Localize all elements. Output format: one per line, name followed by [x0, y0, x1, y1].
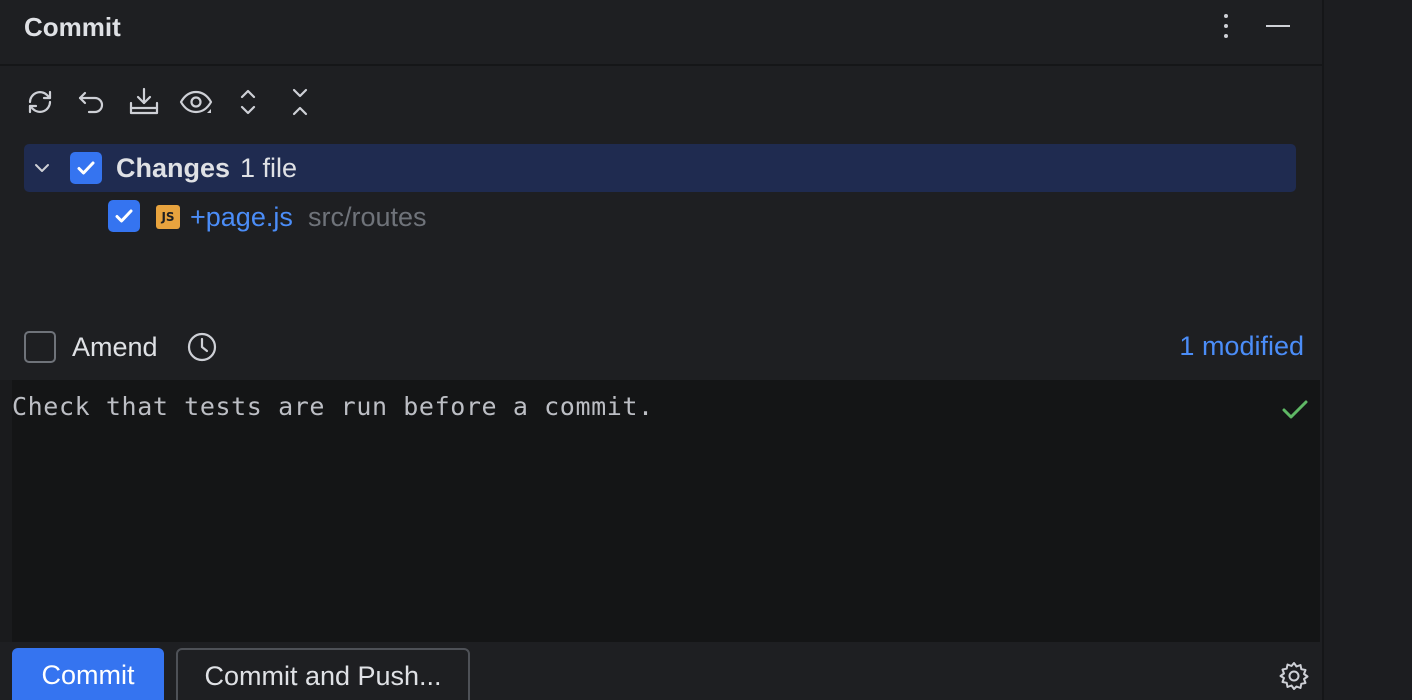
shelve-download-icon[interactable] — [126, 84, 162, 120]
changes-group-count: 1 file — [240, 153, 298, 183]
collapse-all-icon[interactable] — [282, 84, 318, 120]
right-sidebar-strip — [1322, 0, 1412, 700]
amend-checkbox[interactable] — [24, 331, 56, 363]
checkmark-icon — [77, 161, 95, 175]
commit-tool-window: Commit Changes 1 file JS +page.js src/ro… — [0, 0, 1322, 700]
file-name[interactable]: +page.js — [190, 202, 293, 233]
minimize-icon[interactable] — [1262, 10, 1294, 42]
changes-group-checkbox[interactable] — [70, 152, 102, 184]
eye-icon[interactable] — [178, 84, 214, 120]
gear-icon[interactable] — [1278, 660, 1310, 692]
history-clock-icon[interactable] — [186, 331, 218, 363]
changes-group-label: Changes — [116, 153, 231, 183]
refresh-icon[interactable] — [22, 84, 58, 120]
changes-group-row[interactable]: Changes 1 file — [24, 144, 1296, 192]
vertical-dots-icon[interactable] — [1212, 8, 1240, 44]
panel-title: Commit — [24, 12, 121, 42]
javascript-file-icon: JS — [156, 205, 180, 229]
file-checkbox[interactable] — [108, 200, 140, 232]
expand-all-icon[interactable] — [230, 84, 266, 120]
amend-label[interactable]: Amend — [72, 332, 158, 363]
file-path: src/routes — [308, 202, 427, 232]
checkmark-icon — [115, 209, 133, 223]
rollback-icon[interactable] — [74, 84, 110, 120]
commit-message-text[interactable]: Check that tests are run before a commit… — [12, 392, 654, 421]
chevron-down-icon[interactable] — [30, 156, 54, 180]
commit-button[interactable]: Commit — [12, 648, 164, 700]
commit-and-push-button[interactable]: Commit and Push... — [176, 648, 470, 700]
commit-message-editor[interactable]: Check that tests are run before a commit… — [0, 380, 1320, 642]
tool-window-header: Commit — [0, 0, 1322, 66]
inspection-ok-icon — [1282, 400, 1308, 419]
modified-files-link[interactable]: 1 modified — [1179, 331, 1304, 362]
